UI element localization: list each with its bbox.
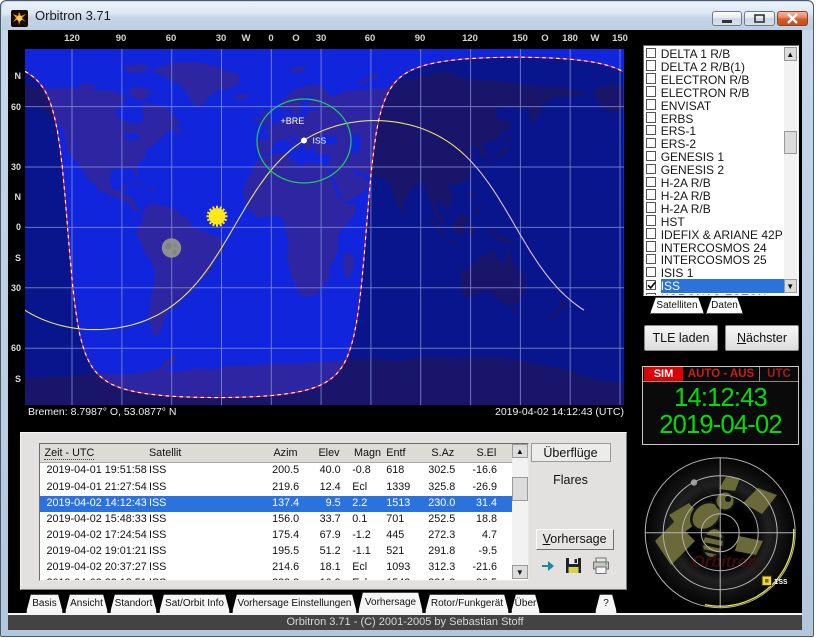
svg-text:+BRE: +BRE — [280, 116, 304, 126]
svg-text:ISS: ISS — [774, 579, 788, 587]
svg-text:ISS: ISS — [312, 136, 326, 146]
svg-text:Orbitron: Orbitron — [692, 553, 758, 571]
